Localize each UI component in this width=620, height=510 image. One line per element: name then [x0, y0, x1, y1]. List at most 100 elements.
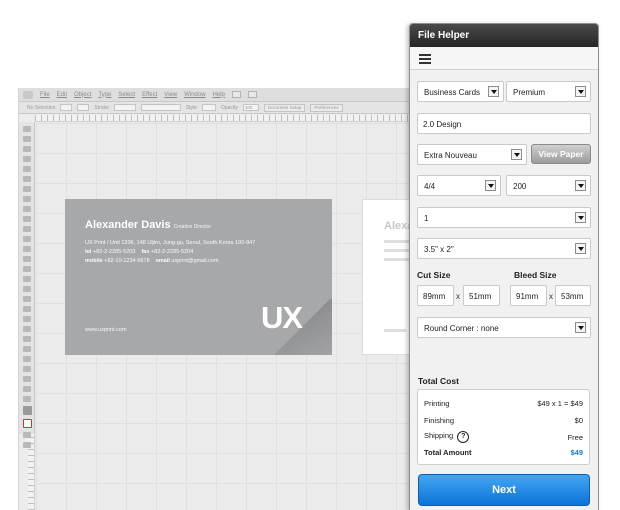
lasso-tool-icon[interactable] [23, 156, 31, 162]
size-select[interactable]: 3.5" x 2" [417, 238, 591, 259]
eyedropper-tool-icon[interactable] [23, 326, 31, 332]
design-name-field[interactable]: 2.0 Design [417, 113, 591, 134]
menu-window[interactable]: Window [184, 92, 205, 98]
view-paper-button[interactable]: View Paper [531, 144, 591, 164]
paper-select[interactable]: Extra Nouveau [417, 144, 527, 165]
workspace-icon[interactable] [247, 91, 257, 98]
cut-size-label: Cut Size [417, 270, 451, 280]
slice-tool-icon[interactable] [23, 376, 31, 382]
panel-toolbar [410, 47, 598, 70]
arrange-documents-icon[interactable] [231, 91, 241, 98]
drawing-mode-icon[interactable] [23, 432, 31, 438]
stroke-swatch[interactable] [77, 104, 90, 111]
card-website: www.uxprint.com [85, 327, 127, 333]
mesh-tool-icon[interactable] [23, 306, 31, 312]
shipping-label: Shipping [424, 431, 454, 440]
brush-field[interactable] [140, 104, 181, 111]
bleed-height-field[interactable]: 53mm [555, 285, 591, 306]
paintbrush-tool-icon[interactable] [23, 206, 31, 212]
finishing-value: $0 [574, 416, 583, 425]
quantity-select[interactable]: 200 [506, 175, 591, 196]
total-amount-value: $49 [570, 448, 583, 457]
scale-tool-icon[interactable] [23, 256, 31, 262]
printing-row: Printing $49 x 1 = $49 [424, 399, 583, 411]
card-fax: +82-2-2285-5204 [150, 249, 194, 255]
opacity-field[interactable]: 100 [242, 104, 259, 111]
card-tel-label: tel [85, 249, 92, 255]
menu-type[interactable]: Type [98, 92, 111, 98]
chevron-down-icon [575, 86, 586, 97]
paper-value: Extra Nouveau [424, 151, 477, 160]
magic-wand-tool-icon[interactable] [23, 146, 31, 152]
card-logo: UX [261, 300, 303, 335]
menu-edit[interactable]: Edit [57, 92, 67, 98]
zoom-tool-icon[interactable] [23, 396, 31, 402]
bleed-size-label: Bleed Size [514, 270, 557, 280]
menu-object[interactable]: Object [74, 92, 91, 98]
artboard-tool-icon[interactable] [23, 366, 31, 372]
menu-effect[interactable]: Effect [142, 92, 157, 98]
card-tel: +82-2-2285-5203 [92, 249, 136, 255]
total-cost-label: Total Cost [418, 376, 459, 386]
menu-bar: File Edit Object Type Select Effect View… [19, 88, 418, 102]
document-setup-button[interactable]: Document Setup [263, 103, 306, 112]
line-tool-icon[interactable] [23, 186, 31, 192]
column-graph-tool-icon[interactable] [23, 356, 31, 362]
rotate-tool-icon[interactable] [23, 246, 31, 252]
card-email-label: email [155, 258, 170, 264]
grade-select[interactable]: Premium [506, 81, 591, 102]
cut-times-sign: x [456, 292, 460, 301]
printing-value: $49 x 1 = $49 [537, 399, 583, 408]
business-card-front[interactable]: Alexander Davis Creative Director UX Prin… [65, 199, 332, 355]
screen-mode-icon[interactable] [23, 442, 31, 448]
sets-select[interactable]: 1 [417, 207, 591, 228]
blob-brush-tool-icon[interactable] [23, 226, 31, 232]
style-field[interactable] [201, 104, 216, 111]
shape-builder-tool-icon[interactable] [23, 286, 31, 292]
symbol-sprayer-tool-icon[interactable] [23, 346, 31, 352]
control-bar: No Selection Stroke Style Opacity 100 Do… [19, 102, 418, 114]
card-email: uxprint@gmail.com [171, 258, 219, 264]
direct-selection-tool-icon[interactable] [23, 136, 31, 142]
type-tool-icon[interactable] [23, 176, 31, 182]
fill-swatch[interactable] [60, 104, 73, 111]
width-tool-icon[interactable] [23, 266, 31, 272]
cut-width-field[interactable]: 89mm [417, 285, 454, 306]
menu-file[interactable]: File [40, 92, 50, 98]
chevron-down-icon [575, 322, 586, 333]
selection-tool-icon[interactable] [23, 126, 31, 132]
free-transform-tool-icon[interactable] [23, 276, 31, 282]
menu-select[interactable]: Select [118, 92, 135, 98]
finishing-row: Finishing $0 [424, 416, 583, 428]
color-select[interactable]: 4/4 [417, 175, 501, 196]
hand-tool-icon[interactable] [23, 386, 31, 392]
blend-tool-icon[interactable] [23, 336, 31, 342]
stroke-width-field[interactable] [113, 104, 136, 111]
next-button[interactable]: Next [418, 474, 590, 506]
card-address: UX Print / Unit 1206, 148 Uljiro, Jung-g… [85, 240, 256, 246]
gradient-tool-icon[interactable] [23, 316, 31, 322]
menu-view[interactable]: View [164, 92, 177, 98]
shipping-row: Shipping? Free [424, 431, 583, 445]
fill-color-icon[interactable] [23, 406, 32, 415]
eraser-tool-icon[interactable] [23, 236, 31, 242]
finishing-label: Finishing [424, 416, 455, 425]
corner-select[interactable]: Round Corner : none [417, 317, 591, 338]
chevron-down-icon [575, 212, 586, 223]
stroke-none-icon[interactable] [23, 419, 32, 428]
pen-tool-icon[interactable] [23, 166, 31, 172]
product-select[interactable]: Business Cards [417, 81, 504, 102]
menu-help[interactable]: Help [213, 92, 225, 98]
pencil-tool-icon[interactable] [23, 216, 31, 222]
quantity-value: 200 [513, 182, 527, 191]
hamburger-menu-icon[interactable] [419, 54, 431, 64]
rectangle-tool-icon[interactable] [23, 196, 31, 202]
bleed-width-field[interactable]: 91mm [510, 285, 547, 306]
help-icon[interactable]: ? [457, 431, 470, 443]
chevron-down-icon [488, 86, 499, 97]
perspective-grid-tool-icon[interactable] [23, 296, 31, 302]
cut-height-field[interactable]: 51mm [463, 285, 500, 306]
bleed-times-sign: x [549, 292, 553, 301]
grade-value: Premium [513, 88, 546, 97]
preferences-button[interactable]: Preferences [310, 103, 343, 112]
